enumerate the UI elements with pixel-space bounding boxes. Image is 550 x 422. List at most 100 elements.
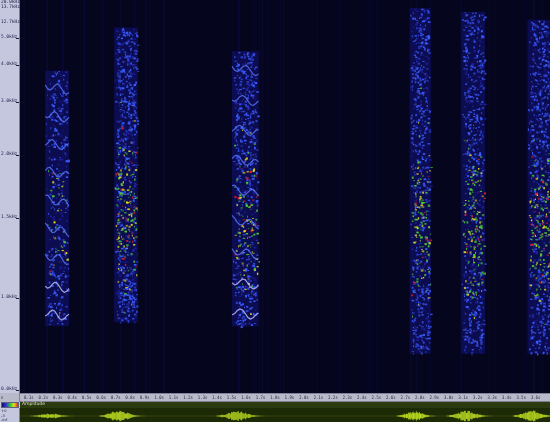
spectral-energy [464, 176, 465, 179]
spectral-energy [475, 318, 477, 320]
spectral-energy [468, 208, 470, 210]
spectral-energy [464, 213, 467, 216]
spectral-energy [426, 36, 429, 38]
spectral-energy [120, 214, 123, 217]
freq-axis-label: 1.5kHz [1, 215, 18, 220]
spectral-energy [128, 301, 130, 304]
spectrogram-canvas[interactable] [20, 0, 550, 393]
spectral-energy [429, 159, 432, 161]
spectral-energy [236, 141, 238, 144]
spectrogram-view[interactable] [20, 0, 550, 393]
spectral-energy [242, 303, 244, 306]
spectral-energy [249, 307, 252, 310]
spectral-energy [429, 239, 433, 242]
spectral-energy [463, 287, 466, 290]
spectral-energy [254, 142, 257, 144]
spectral-energy [411, 70, 414, 72]
spectral-energy [468, 159, 470, 161]
spectral-energy [413, 261, 415, 263]
spectral-energy [137, 123, 139, 126]
spectral-energy [118, 50, 121, 53]
spectral-energy [252, 84, 255, 87]
spectral-energy [135, 154, 136, 157]
spectral-energy [65, 135, 66, 138]
spectral-energy [428, 325, 430, 327]
spectral-energy [136, 274, 138, 277]
spectral-energy [472, 339, 474, 341]
spectral-energy [415, 102, 417, 104]
waveform-view[interactable] [20, 408, 550, 422]
spectral-energy [238, 239, 241, 242]
spectral-energy [51, 305, 53, 308]
spectral-energy [545, 60, 548, 62]
spectral-energy [52, 181, 55, 184]
spectral-energy [241, 153, 244, 155]
spectral-energy [124, 306, 127, 308]
spectral-energy [538, 312, 540, 314]
spectral-energy [133, 113, 135, 115]
call-event [114, 27, 140, 324]
spectral-energy [410, 222, 413, 225]
spectral-energy [130, 88, 132, 90]
spectral-energy [131, 295, 134, 298]
spectral-energy [476, 283, 479, 285]
spectral-energy [477, 323, 481, 326]
spectral-energy [545, 235, 547, 237]
noise-streak [84, 0, 85, 393]
spectral-energy [537, 283, 539, 286]
spectral-energy [484, 72, 487, 75]
spectral-energy [425, 351, 427, 354]
spectral-energy [468, 341, 470, 344]
spectral-energy [415, 43, 418, 44]
spectral-energy [423, 54, 425, 56]
spectral-energy [133, 273, 135, 275]
spectral-energy [469, 302, 472, 304]
spectral-energy [466, 251, 469, 254]
spectral-energy [118, 242, 121, 245]
spectral-energy [465, 181, 468, 183]
spectral-energy [478, 285, 480, 287]
spectral-energy [53, 124, 55, 127]
spectral-energy [422, 20, 425, 22]
spectral-energy [51, 319, 54, 321]
spectral-energy [531, 165, 534, 166]
spectral-energy [481, 66, 484, 68]
spectral-energy [125, 206, 127, 209]
spectral-energy [249, 179, 251, 182]
spectral-energy [251, 136, 253, 139]
spectral-energy [246, 69, 248, 70]
spectral-energy [242, 219, 246, 221]
spectral-energy [478, 184, 480, 186]
spectral-energy [250, 260, 252, 263]
spectral-energy [421, 246, 424, 248]
spectral-energy [67, 210, 70, 211]
noise-streak [368, 0, 370, 393]
spectral-energy [422, 220, 425, 223]
waveform-canvas[interactable] [20, 409, 550, 422]
spectral-energy [533, 106, 536, 109]
spectral-energy [531, 87, 533, 90]
spectral-energy [63, 270, 65, 272]
spectral-energy [237, 306, 239, 308]
spectral-energy [124, 116, 127, 119]
spectral-energy [137, 71, 139, 72]
spectral-energy [123, 292, 125, 293]
spectral-energy [470, 236, 473, 239]
spectral-energy [429, 199, 432, 201]
spectral-energy [532, 29, 536, 31]
spectral-energy [465, 202, 467, 206]
spectral-energy [245, 269, 247, 273]
spectral-energy [477, 160, 481, 163]
spectral-energy [129, 91, 132, 94]
spectral-energy [414, 43, 416, 45]
spectral-energy [473, 317, 475, 320]
spectral-energy [540, 120, 543, 123]
spectral-energy [481, 323, 484, 325]
spectral-energy [543, 143, 545, 146]
spectral-energy [539, 124, 540, 127]
spectral-energy [535, 279, 538, 282]
spectral-energy [539, 27, 542, 30]
spectral-energy [467, 238, 470, 240]
freq-axis-label: 5.0kHz [1, 35, 18, 40]
time-ruler[interactable]: 0.1s 0.2s 0.3s 0.4s 0.5s 0.6s 0.7s 0.8s 0.9s 1.0s… [20, 393, 550, 402]
